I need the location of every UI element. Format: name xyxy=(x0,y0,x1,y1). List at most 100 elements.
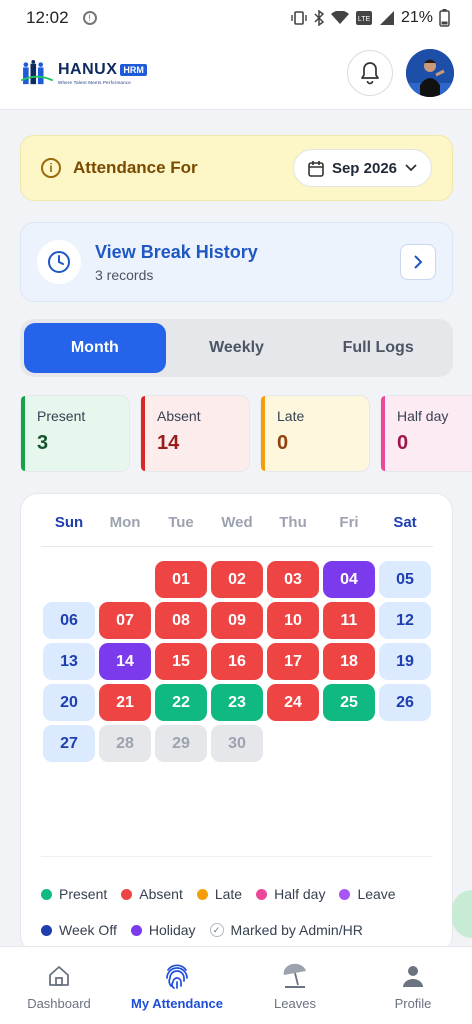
calendar-day[interactable]: 15 xyxy=(155,643,207,680)
clock-icon xyxy=(48,251,70,273)
stat-present: Present 3 xyxy=(20,395,130,472)
avatar-photo xyxy=(406,49,454,97)
calendar-day[interactable]: 10 xyxy=(267,602,319,639)
attendance-for-card: i Attendance For Sep 2026 xyxy=(20,135,453,201)
break-history-card[interactable]: View Break History 3 records xyxy=(20,222,453,302)
calendar-day[interactable]: 24 xyxy=(267,684,319,721)
nav-label: Leaves xyxy=(274,996,316,1011)
calendar-day[interactable]: 14 xyxy=(99,643,151,680)
logo-name: HANUX xyxy=(58,60,118,78)
bottom-nav: Dashboard My Attendance Leaves Profile xyxy=(0,946,472,1024)
chat-fab[interactable] xyxy=(452,890,472,938)
person-icon xyxy=(403,966,423,987)
notification-status-icon: ! xyxy=(82,11,97,25)
wifi-icon xyxy=(330,11,349,24)
tab-full-logs[interactable]: Full Logs xyxy=(307,323,449,373)
calendar-day[interactable]: 23 xyxy=(211,684,263,721)
calendar-day[interactable]: 08 xyxy=(155,602,207,639)
notifications-button[interactable] xyxy=(347,50,393,96)
calendar-day[interactable]: 28 xyxy=(99,725,151,762)
clock-icon-wrap xyxy=(37,240,81,284)
calendar-day[interactable]: 30 xyxy=(211,725,263,762)
calendar-day[interactable]: 16 xyxy=(211,643,263,680)
legend-label: Present xyxy=(59,886,108,902)
stats-row: Present 3 Absent 14 Late 0 Half day 0 xyxy=(20,395,472,473)
stat-value: 3 xyxy=(37,432,49,454)
calendar-day[interactable]: 06 xyxy=(43,602,95,639)
legend-item: Present xyxy=(41,886,107,902)
legend-item: Half day xyxy=(256,886,325,902)
calendar-day[interactable]: 20 xyxy=(43,684,95,721)
divider xyxy=(41,856,433,857)
legend-row: Present Absent Late Half day Leave xyxy=(41,876,441,912)
legend-label: Holiday xyxy=(148,922,196,938)
nav-leaves[interactable]: Leaves xyxy=(236,947,354,1024)
check-circle-icon: ✓ xyxy=(209,923,224,937)
stat-label: Absent xyxy=(157,408,201,424)
nav-profile[interactable]: Profile xyxy=(354,947,472,1024)
calendar-icon xyxy=(308,160,324,177)
stat-value: 0 xyxy=(277,432,289,454)
calendar-day[interactable]: 02 xyxy=(211,561,263,598)
logo-tagline: Where Talent Meets Performance xyxy=(58,79,131,85)
volte-icon: LTE xyxy=(355,11,372,25)
calendar-day[interactable]: 11 xyxy=(323,602,375,639)
nav-dashboard[interactable]: Dashboard xyxy=(0,947,118,1024)
calendar-day[interactable]: 12 xyxy=(379,602,431,639)
calendar-day[interactable]: 19 xyxy=(379,643,431,680)
weekday-thu: Thu xyxy=(279,514,307,531)
stat-value: 14 xyxy=(157,432,180,454)
info-icon: i xyxy=(41,158,61,178)
calendar-day[interactable]: 17 xyxy=(267,643,319,680)
weekday-tue: Tue xyxy=(168,514,194,531)
nav-my-attendance[interactable]: My Attendance xyxy=(118,947,236,1024)
status-time: 12:02 xyxy=(26,8,69,27)
month-picker[interactable]: Sep 2026 xyxy=(292,149,432,187)
chevron-right-icon xyxy=(414,255,423,269)
attendance-for-label: Attendance For xyxy=(73,158,198,177)
stat-half-day: Half day 0 xyxy=(380,395,472,472)
calendar-day[interactable]: 13 xyxy=(43,643,95,680)
legend-dot xyxy=(121,888,133,900)
calendar-day[interactable]: 18 xyxy=(323,643,375,680)
calendar-day[interactable]: 29 xyxy=(155,725,207,762)
tab-month[interactable]: Month xyxy=(24,323,166,373)
calendar-legend: Present Absent Late Half day Leave Week Off Ho… xyxy=(41,876,441,948)
view-tabs: Month Weekly Full Logs xyxy=(20,319,453,377)
legend-label: Marked by Admin/HR xyxy=(230,922,363,938)
calendar-day[interactable]: 05 xyxy=(379,561,431,598)
calendar-day[interactable]: 25 xyxy=(323,684,375,721)
user-avatar[interactable] xyxy=(406,49,454,97)
break-history-open-button[interactable] xyxy=(400,244,436,280)
legend-dot xyxy=(256,888,268,900)
calendar-day[interactable]: 07 xyxy=(99,602,151,639)
calendar-day[interactable]: 09 xyxy=(211,602,263,639)
calendar-day[interactable]: 26 xyxy=(379,684,431,721)
calendar-day[interactable]: 22 xyxy=(155,684,207,721)
tab-weekly[interactable]: Weekly xyxy=(166,323,308,373)
calendar-day[interactable]: 21 xyxy=(99,684,151,721)
calendar-day[interactable]: 27 xyxy=(43,725,95,762)
legend-dot xyxy=(196,888,208,900)
stat-label: Late xyxy=(277,408,305,424)
calendar-day[interactable]: 01 xyxy=(155,561,207,598)
calendar-grid: 01 02 03 04 05 06 07 08 09 10 11 12 13 14 15 16 17 18 19 20… xyxy=(43,561,435,771)
signal-icon xyxy=(379,11,394,25)
vibrate-icon xyxy=(291,11,307,25)
nav-label: Profile xyxy=(394,996,432,1011)
stat-label: Half day xyxy=(397,408,449,424)
legend-item: Leave xyxy=(339,886,396,902)
weekday-wed: Wed xyxy=(221,514,253,531)
legend-item: ✓ Marked by Admin/HR xyxy=(209,922,363,938)
calendar-day[interactable]: 04 xyxy=(323,561,375,598)
legend-item: Holiday xyxy=(130,922,196,938)
chevron-down-icon xyxy=(405,164,417,172)
calendar-day[interactable]: 03 xyxy=(267,561,319,598)
status-icons: LTE 21% xyxy=(291,9,450,27)
beach-umbrella-icon xyxy=(283,963,306,988)
attendance-calendar: Sun Mon Tue Wed Thu Fri Sat 01 02 03 04 05 06 07 08 09… xyxy=(20,493,453,953)
svg-text:LTE: LTE xyxy=(358,16,371,23)
fingerprint-icon xyxy=(166,964,188,989)
weekday-header: Sun Mon Tue Wed Thu Fri Sat xyxy=(41,514,433,531)
battery-icon xyxy=(439,9,450,27)
